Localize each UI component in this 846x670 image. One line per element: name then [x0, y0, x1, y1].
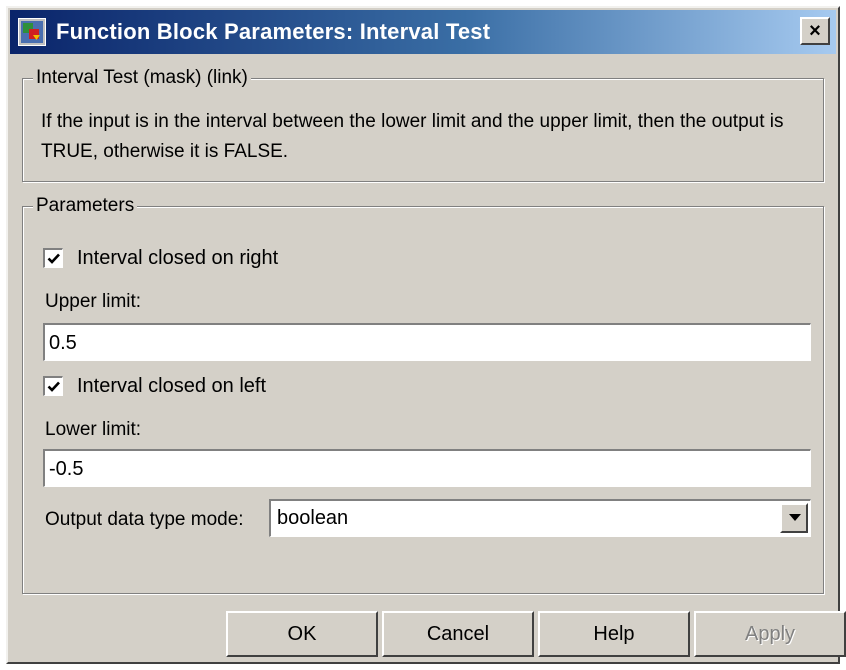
closed-left-checkbox[interactable]	[43, 376, 63, 396]
dropdown-button[interactable]	[780, 503, 808, 533]
cancel-button[interactable]: Cancel	[382, 611, 534, 657]
apply-button[interactable]: Apply	[694, 611, 846, 657]
output-mode-select[interactable]: boolean	[269, 499, 811, 537]
description-groupbox: Interval Test (mask) (link) If the input…	[22, 67, 824, 182]
close-button[interactable]: ×	[800, 17, 830, 45]
parameters-legend: Parameters	[33, 195, 138, 217]
simulink-app-icon	[18, 18, 46, 46]
title-bar[interactable]: Function Block Parameters: Interval Test…	[10, 10, 836, 54]
checkmark-icon	[47, 381, 60, 392]
checkmark-icon	[47, 253, 60, 264]
parameters-groupbox: Parameters Interval closed on right Uppe…	[22, 195, 824, 594]
upper-limit-label: Upper limit:	[45, 291, 142, 312]
lower-limit-input[interactable]: -0.5	[43, 449, 811, 487]
closed-right-label: Interval closed on right	[77, 246, 279, 269]
close-icon: ×	[809, 20, 821, 42]
dialog-window: Function Block Parameters: Interval Test…	[6, 6, 846, 664]
closed-left-option[interactable]: Interval closed on left	[43, 373, 266, 399]
output-mode-value: boolean	[277, 507, 349, 529]
lower-limit-label: Lower limit:	[45, 419, 142, 440]
closed-right-option[interactable]: Interval closed on right	[43, 245, 278, 271]
closed-right-checkbox[interactable]	[43, 248, 63, 268]
help-button[interactable]: Help	[538, 611, 690, 657]
upper-limit-input[interactable]: 0.5	[43, 323, 811, 361]
output-mode-label: Output data type mode:	[45, 509, 244, 530]
chevron-down-icon	[789, 514, 801, 521]
ok-button[interactable]: OK	[226, 611, 378, 657]
dialog-title: Function Block Parameters: Interval Test	[56, 19, 491, 44]
description-text: If the input is in the interval between …	[41, 111, 784, 162]
description-legend: Interval Test (mask) (link)	[33, 67, 251, 89]
closed-left-label: Interval closed on left	[77, 374, 266, 397]
